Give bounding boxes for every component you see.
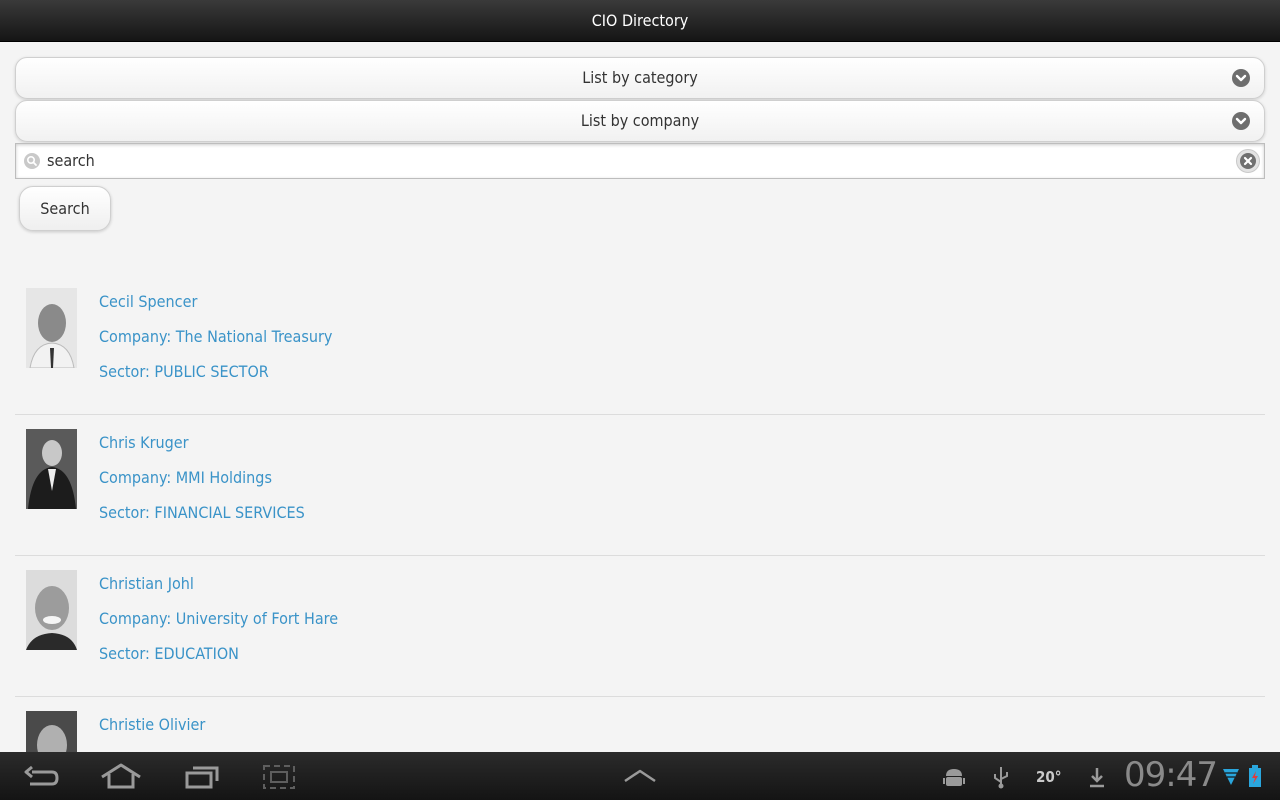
home-icon[interactable] [99, 762, 143, 794]
temperature-label: 20° [1036, 768, 1062, 786]
category-select-label: List by category [582, 68, 698, 87]
screenshot-icon[interactable] [262, 764, 296, 794]
battery-icon [1248, 764, 1262, 792]
chevron-up-icon[interactable] [623, 768, 657, 788]
person-name[interactable]: Chris Kruger [99, 433, 305, 468]
clock: 09:47 [1124, 755, 1218, 795]
app-title-bar: CIO Directory [0, 0, 1280, 42]
cio-list: Cecil Spencer Company: The National Trea… [15, 274, 1265, 752]
back-icon[interactable] [22, 764, 60, 794]
avatar [26, 288, 77, 368]
search-input[interactable] [47, 148, 1217, 172]
person-name[interactable]: Cecil Spencer [99, 292, 332, 327]
chevron-down-icon [1232, 69, 1250, 87]
person-sector[interactable]: Sector: FINANCIAL SERVICES [99, 503, 305, 538]
recent-apps-icon[interactable] [184, 764, 220, 794]
person-sector[interactable]: Sector: EDUCATION [99, 644, 338, 679]
list-item[interactable]: Cecil Spencer Company: The National Trea… [15, 274, 1265, 415]
avatar [26, 429, 77, 509]
person-company[interactable]: Company: MMI Holdings [99, 468, 305, 503]
person-name[interactable]: Christian Johl [99, 574, 338, 609]
clear-icon[interactable] [1236, 149, 1260, 173]
category-select[interactable]: List by category [15, 57, 1265, 99]
avatar [26, 570, 77, 650]
avatar [26, 711, 77, 752]
search-button[interactable]: Search [19, 186, 111, 231]
search-field[interactable] [15, 143, 1265, 179]
android-debug-icon [942, 766, 966, 792]
company-select-label: List by company [580, 111, 700, 130]
list-item[interactable]: Christie Olivier [15, 697, 1265, 752]
download-icon [1088, 766, 1106, 792]
person-name[interactable]: Christie Olivier [99, 715, 205, 750]
usb-icon [991, 764, 1011, 794]
app-title: CIO Directory [591, 11, 689, 30]
person-sector[interactable]: Sector: PUBLIC SECTOR [99, 362, 332, 397]
person-company[interactable]: Company: University of Fort Hare [99, 609, 338, 644]
main-content: List by category List by company Search … [0, 42, 1280, 752]
list-item[interactable]: Chris Kruger Company: MMI Holdings Secto… [15, 415, 1265, 556]
chevron-down-icon [1232, 112, 1250, 130]
company-select[interactable]: List by company [15, 100, 1265, 142]
search-icon [24, 153, 40, 169]
person-company[interactable]: Company: The National Treasury [99, 327, 332, 362]
list-item[interactable]: Christian Johl Company: University of Fo… [15, 556, 1265, 697]
wifi-icon [1222, 766, 1240, 790]
system-bar: 20° 09:47 [0, 752, 1280, 800]
